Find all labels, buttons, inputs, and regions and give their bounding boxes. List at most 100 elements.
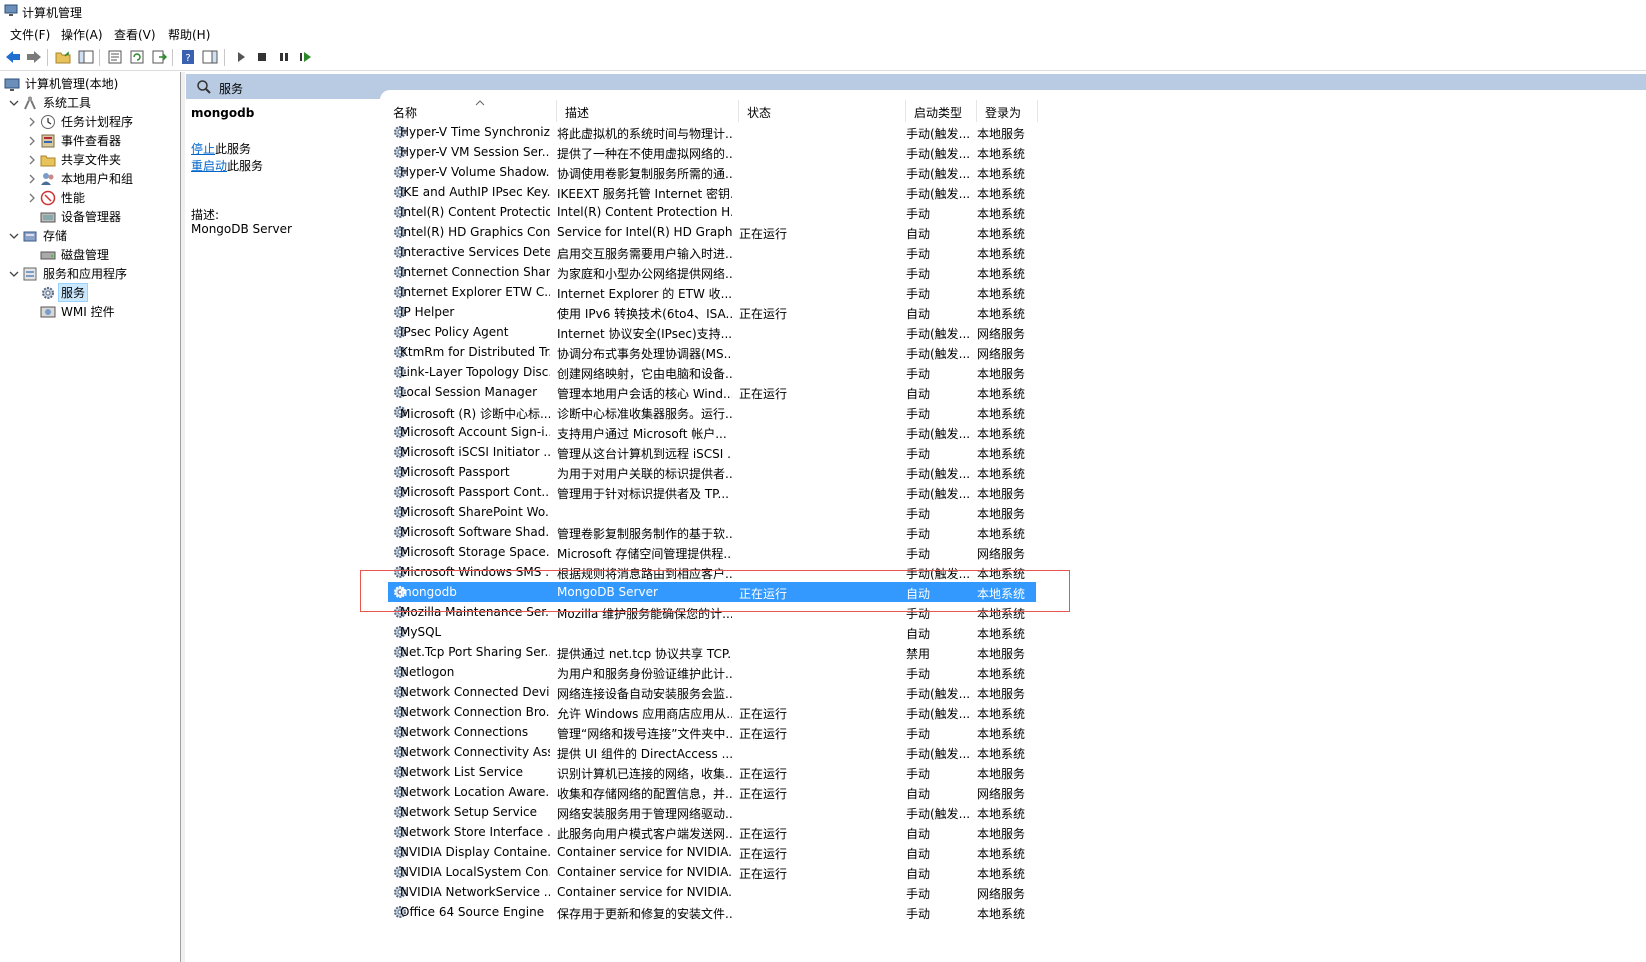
service-row[interactable]: Microsoft (R) 诊断中心标... 诊断中心标准收集器服务。运行... 手… <box>388 402 1036 422</box>
service-row[interactable]: Local Session Manager 管理本地用户会话的核心 Wind...… <box>388 382 1036 402</box>
start-icon[interactable] <box>232 49 249 65</box>
pane-splitter[interactable] <box>181 72 185 962</box>
column-header-log-on-as[interactable]: 登录为 <box>977 100 1037 122</box>
tree-item[interactable]: 事件查看器 <box>26 131 123 150</box>
console-tree-icon[interactable] <box>77 49 94 65</box>
tree-item[interactable]: 服务 <box>26 283 89 302</box>
service-row[interactable]: Interactive Services Dete... 启用交互服务需要用户输入… <box>388 242 1036 262</box>
service-logon-cell: 网络服务 <box>977 787 1026 801</box>
service-row[interactable]: Mozilla Maintenance Ser... Mozilla 维护服务能确… <box>388 602 1036 622</box>
service-row[interactable]: Network Connections 管理“网络和拨号连接”文件夹中... 正在运… <box>388 722 1036 742</box>
service-description-cell: Container service for NVIDIA... <box>557 885 732 899</box>
tree-item[interactable]: 任务计划程序 <box>26 112 135 131</box>
service-row[interactable]: NVIDIA NetworkService ... Container servi… <box>388 882 1036 902</box>
chevron-right-icon[interactable] <box>26 173 38 185</box>
service-row[interactable]: Microsoft iSCSI Initiator ... 管理从这台计算机到远程… <box>388 442 1036 462</box>
service-row[interactable]: Network Store Interface ... 此服务向用户模式客户端发送… <box>388 822 1036 842</box>
tree-item-label: 服务 <box>57 283 89 302</box>
service-row[interactable]: Netlogon 为用户和服务身份验证维护此计... 手动 本地系统 <box>388 662 1036 682</box>
service-row[interactable]: Intel(R) HD Graphics Con... Service for I… <box>388 222 1036 242</box>
column-divider[interactable] <box>1037 100 1038 122</box>
service-row[interactable]: Microsoft Windows SMS ... 根据规则将消息路由到相应客户.… <box>388 562 1036 582</box>
menu-action[interactable]: 操作(A) <box>61 26 103 43</box>
service-row[interactable]: IPsec Policy Agent Internet 协议安全(IPsec)支持… <box>388 322 1036 342</box>
service-row[interactable]: Network Connectivity Ass... 提供 UI 组件的 Dir… <box>388 742 1036 762</box>
service-row[interactable]: Microsoft Passport 为用于对用户关联的标识提供者... 手动(触发… <box>388 462 1036 482</box>
refresh-icon[interactable] <box>128 49 145 65</box>
tree-item[interactable]: 共享文件夹 <box>26 150 123 169</box>
service-row[interactable]: Link-Layer Topology Disc... 创建网络映射，它由电脑和设… <box>388 362 1036 382</box>
service-description-cell: 诊断中心标准收集器服务。运行... <box>557 407 732 421</box>
tree-item[interactable]: 系统工具 <box>8 93 93 112</box>
service-row[interactable]: Hyper-V VM Session Ser... 提供了一种在不使用虚拟网络的.… <box>388 142 1036 162</box>
service-row[interactable]: IP Helper 使用 IPv6 转换技术(6to4、ISA... 正在运行 自动 本… <box>388 302 1036 322</box>
chevron-down-icon[interactable] <box>8 268 20 280</box>
menu-view[interactable]: 查看(V) <box>114 26 156 43</box>
tree-item[interactable]: 设备管理器 <box>26 207 123 226</box>
pause-icon[interactable] <box>275 49 292 65</box>
service-row[interactable]: Hyper-V Volume Shadow... 协调使用卷影复制服务所需的通..… <box>388 162 1036 182</box>
column-header-name[interactable]: 名称 <box>385 100 556 122</box>
service-description-cell: Internet 协议安全(IPsec)支持... <box>557 327 732 341</box>
restart-icon[interactable] <box>297 49 314 65</box>
column-header-description[interactable]: 描述 <box>557 100 738 122</box>
stop-icon[interactable] <box>253 49 270 65</box>
service-row[interactable]: Network Location Aware... 收集和存储网络的配置信息，并.… <box>388 782 1036 802</box>
service-row[interactable]: Internet Connection Shari... 为家庭和小型办公网络提供… <box>388 262 1036 282</box>
tree-item[interactable]: 磁盘管理 <box>26 245 111 264</box>
show-hide-icon[interactable] <box>201 49 218 65</box>
service-row[interactable]: Microsoft SharePoint Wo... 手动 本地服务 <box>388 502 1036 522</box>
service-row[interactable]: Intel(R) Content Protectio... Intel(R) Co… <box>388 202 1036 222</box>
service-row[interactable]: Network Setup Service 网络安装服务用于管理网络驱动... 手动… <box>388 802 1036 822</box>
service-row[interactable]: Microsoft Account Sign-i... 支持用户通过 Micros… <box>388 422 1036 442</box>
service-logon-cell: 本地服务 <box>977 767 1026 781</box>
tree-item[interactable]: 本地用户和组 <box>26 169 135 188</box>
service-row[interactable]: Net.Tcp Port Sharing Ser... 提供通过 net.tcp … <box>388 642 1036 662</box>
service-row[interactable]: NVIDIA Display Containe... Container serv… <box>388 842 1036 862</box>
forward-icon[interactable] <box>25 49 42 65</box>
service-row[interactable]: IKE and AuthIP IPsec Key... IKEEXT 服务托管 I… <box>388 182 1036 202</box>
service-row[interactable]: Network List Service 识别计算机已连接的网络，收集... 正在运… <box>388 762 1036 782</box>
chevron-right-icon[interactable] <box>26 154 38 166</box>
service-logon-cell: 本地服务 <box>977 827 1026 841</box>
chevron-right-icon[interactable] <box>26 116 38 128</box>
service-row[interactable]: MySQL 自动 本地系统 <box>388 622 1036 642</box>
export-icon[interactable] <box>150 49 167 65</box>
service-name-cell: Interactive Services Dete... <box>400 245 550 259</box>
service-row[interactable]: mongodb MongoDB Server 正在运行 自动 本地系统 <box>388 582 1036 602</box>
chevron-down-icon[interactable] <box>8 230 20 242</box>
service-row[interactable]: KtmRm for Distributed Tr... 协调分布式事务处理协调器(… <box>388 342 1036 362</box>
service-row[interactable]: Network Connected Devi... 网络连接设备自动安装服务会监.… <box>388 682 1036 702</box>
chevron-down-icon[interactable] <box>8 97 20 109</box>
wmi-control-icon <box>40 304 56 320</box>
properties-icon[interactable] <box>106 49 123 65</box>
restart-service-link[interactable]: 重启动 <box>191 159 227 173</box>
tree-item[interactable]: 性能 <box>26 188 87 207</box>
tree-item[interactable]: 计算机管理(本地) <box>2 74 120 93</box>
stop-service-link[interactable]: 停止 <box>191 142 215 156</box>
service-row[interactable]: Internet Explorer ETW C... Internet Explo… <box>388 282 1036 302</box>
menu-file[interactable]: 文件(F) <box>10 26 50 43</box>
column-header-startup-type[interactable]: 启动类型 <box>906 100 976 122</box>
service-row[interactable]: Microsoft Storage Space... Microsoft 存储空间… <box>388 542 1036 562</box>
service-row[interactable]: Microsoft Software Shad... 管理卷影复制服务制作的基于软… <box>388 522 1036 542</box>
tree-item[interactable]: 存储 <box>8 226 69 245</box>
chevron-right-icon[interactable] <box>26 135 38 147</box>
service-status-cell: 正在运行 <box>739 847 788 861</box>
menu-help[interactable]: 帮助(H) <box>168 26 210 43</box>
service-row[interactable]: Office 64 Source Engine 保存用于更新和修复的安装文件...… <box>388 902 1036 922</box>
back-icon[interactable] <box>4 49 21 65</box>
column-header-status[interactable]: 状态 <box>739 100 905 122</box>
help-icon[interactable]: ? <box>179 49 196 65</box>
tree-item[interactable]: 服务和应用程序 <box>8 264 129 283</box>
service-row[interactable]: Hyper-V Time Synchroniz... 将此虚拟机的系统时间与物理计… <box>388 122 1036 142</box>
service-row[interactable]: NVIDIA LocalSystem Con... Container servi… <box>388 862 1036 882</box>
service-row[interactable]: Microsoft Passport Cont... 管理用于针对标识提供者及 T… <box>388 482 1036 502</box>
tree-item[interactable]: WMI 控件 <box>26 302 117 321</box>
up-folder-icon[interactable] <box>54 49 71 65</box>
service-row[interactable]: Network Connection Bro... 允许 Windows 应用商店… <box>388 702 1036 722</box>
service-startup-type-cell: 手动 <box>906 607 931 621</box>
service-name-cell: IKE and AuthIP IPsec Key... <box>400 185 550 199</box>
chevron-right-icon[interactable] <box>26 192 38 204</box>
